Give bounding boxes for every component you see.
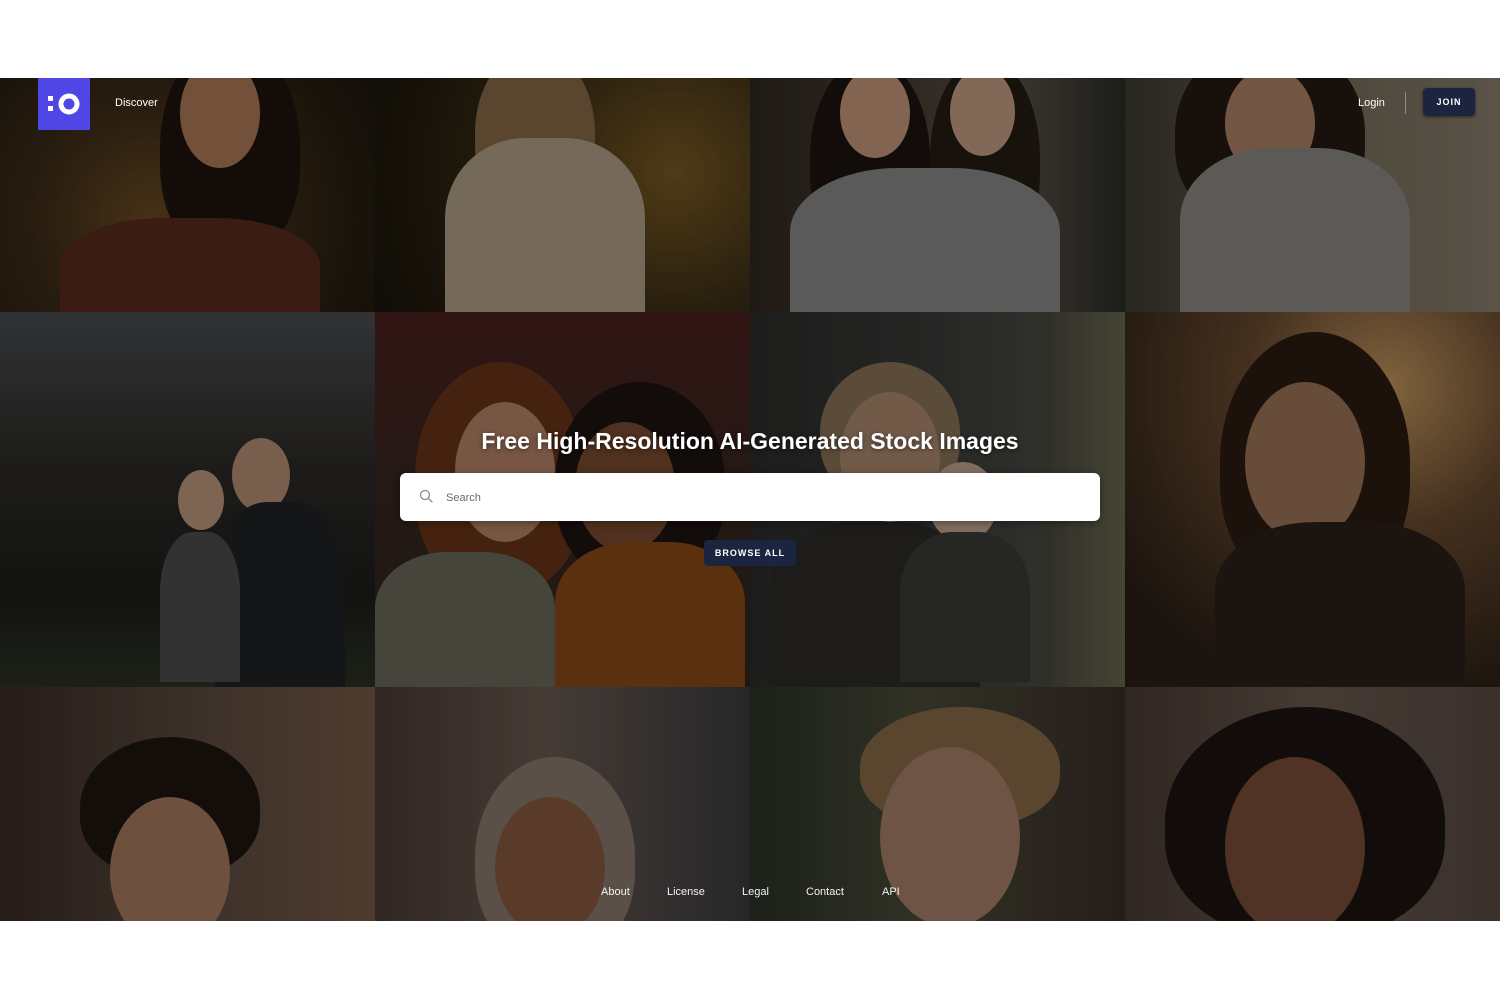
footer-link-api[interactable]: API bbox=[882, 886, 900, 898]
footer-link-license[interactable]: License bbox=[667, 886, 705, 898]
hero-title: Free High-Resolution AI-Generated Stock … bbox=[481, 428, 1019, 454]
join-button[interactable]: JOIN bbox=[1423, 88, 1475, 116]
search-bar[interactable] bbox=[400, 473, 1100, 521]
search-input[interactable] bbox=[444, 485, 1068, 511]
brand-logo[interactable] bbox=[38, 78, 90, 130]
nav-login-link[interactable]: Login bbox=[1358, 97, 1385, 109]
footer-link-legal[interactable]: Legal bbox=[742, 886, 769, 898]
footer-link-about[interactable]: About bbox=[601, 886, 630, 898]
footer-link-contact[interactable]: Contact bbox=[806, 886, 844, 898]
nav-discover-link[interactable]: Discover bbox=[115, 97, 158, 109]
browse-all-button[interactable]: BROWSE ALL bbox=[704, 540, 796, 566]
brand-logo-icon bbox=[48, 93, 80, 115]
search-icon bbox=[419, 489, 433, 503]
app-viewport: Discover Login JOIN Free High-Resolution… bbox=[0, 78, 1500, 921]
nav-divider bbox=[1405, 92, 1406, 114]
